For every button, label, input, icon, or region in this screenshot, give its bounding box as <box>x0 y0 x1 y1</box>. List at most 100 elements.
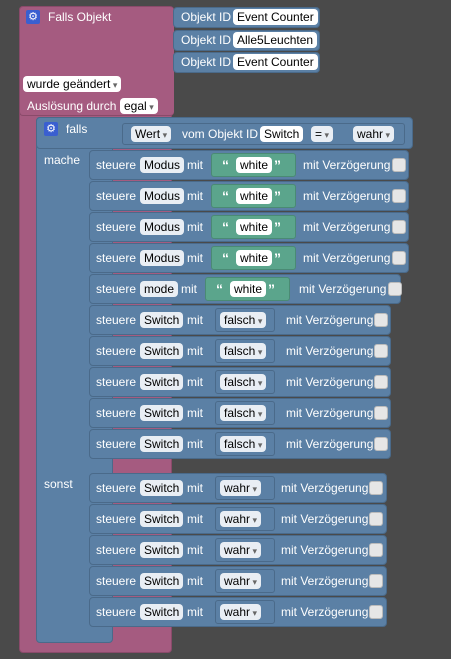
target-field[interactable]: Switch <box>140 480 184 496</box>
delay-checkbox[interactable] <box>374 375 388 389</box>
target-field[interactable]: Modus <box>140 188 185 204</box>
delay-checkbox[interactable] <box>392 251 406 265</box>
target-field[interactable]: Switch <box>140 405 184 421</box>
bool-dropdown[interactable]: falsch <box>220 374 267 390</box>
text-field[interactable]: white <box>236 219 273 235</box>
quote-close-icon: ” <box>274 188 281 204</box>
text-field[interactable]: white <box>236 250 273 266</box>
target-field[interactable]: Modus <box>140 157 185 173</box>
delay-label: mit Verzögerung <box>299 282 387 296</box>
trigger-title: Falls Objekt <box>48 10 112 24</box>
delay-label: mit Verzögerung <box>286 437 374 451</box>
text-field[interactable]: white <box>236 157 273 173</box>
trigger-dropdown[interactable]: egal <box>120 98 158 114</box>
sonst-label: sonst <box>44 477 73 491</box>
steuere-label: steuere <box>96 251 137 265</box>
text-field[interactable]: white <box>230 281 267 297</box>
steuere-label: steuere <box>96 605 137 619</box>
delay-checkbox[interactable] <box>388 282 402 296</box>
mit-label: mit <box>187 543 203 557</box>
quote-open-icon: “ <box>222 188 229 204</box>
delay-checkbox[interactable] <box>374 313 388 327</box>
of-object-label: vom Objekt ID <box>182 127 259 141</box>
target-field[interactable]: Modus <box>140 219 185 235</box>
delay-checkbox[interactable] <box>369 605 383 619</box>
delay-checkbox[interactable] <box>369 574 383 588</box>
quote-open-icon: “ <box>222 250 229 266</box>
target-field[interactable]: mode <box>140 281 179 297</box>
bool-dropdown[interactable]: falsch <box>220 436 267 452</box>
target-field[interactable]: Switch <box>140 312 184 328</box>
delay-checkbox[interactable] <box>374 406 388 420</box>
steuere-label: steuere <box>96 375 137 389</box>
steuere-label: steuere <box>96 574 137 588</box>
object-id-field[interactable]: Event Counter <box>233 9 318 25</box>
bool-dropdown[interactable]: falsch <box>220 343 267 359</box>
bool-dropdown[interactable]: wahr <box>220 604 262 620</box>
attr-dropdown[interactable]: Wert <box>131 126 172 142</box>
gear-icon[interactable]: ⚙ <box>26 10 40 24</box>
target-field[interactable]: Switch <box>140 374 184 390</box>
value-dropdown[interactable]: wahr <box>353 126 395 142</box>
gear-icon[interactable]: ⚙ <box>44 122 58 136</box>
mit-label: mit <box>187 344 203 358</box>
object-id-field[interactable]: Alle5Leuchten <box>233 32 318 48</box>
steuere-label: steuere <box>96 344 137 358</box>
quote-open-icon: “ <box>222 157 229 173</box>
delay-checkbox[interactable] <box>369 481 383 495</box>
delay-label: mit Verzögerung <box>286 313 374 327</box>
delay-checkbox[interactable] <box>369 512 383 526</box>
mit-label: mit <box>187 605 203 619</box>
object-id-field[interactable]: Event Counter <box>233 54 318 70</box>
mit-label: mit <box>187 481 203 495</box>
bool-dropdown[interactable]: wahr <box>220 511 262 527</box>
delay-label: mit Verzögerung <box>303 220 391 234</box>
mit-label: mit <box>187 251 203 265</box>
delay-checkbox[interactable] <box>369 543 383 557</box>
delay-label: mit Verzögerung <box>286 406 374 420</box>
mit-label: mit <box>187 158 203 172</box>
quote-open-icon: “ <box>222 219 229 235</box>
mit-label: mit <box>181 282 197 296</box>
delay-label: mit Verzögerung <box>303 158 391 172</box>
operator-dropdown[interactable]: = <box>311 126 334 142</box>
delay-label: mit Verzögerung <box>303 189 391 203</box>
object-field[interactable]: Switch <box>260 126 304 142</box>
delay-checkbox[interactable] <box>374 344 388 358</box>
bool-dropdown[interactable]: falsch <box>220 312 267 328</box>
target-field[interactable]: Switch <box>140 343 184 359</box>
target-field[interactable]: Switch <box>140 511 184 527</box>
target-field[interactable]: Switch <box>140 436 184 452</box>
delay-checkbox[interactable] <box>392 189 406 203</box>
mit-label: mit <box>187 313 203 327</box>
delay-label: mit Verzögerung <box>281 481 369 495</box>
bool-dropdown[interactable]: wahr <box>220 573 262 589</box>
bool-dropdown[interactable]: wahr <box>220 542 262 558</box>
mit-label: mit <box>187 189 203 203</box>
target-field[interactable]: Switch <box>140 573 184 589</box>
delay-checkbox[interactable] <box>392 158 406 172</box>
delay-label: mit Verzögerung <box>281 512 369 526</box>
delay-label: mit Verzögerung <box>286 375 374 389</box>
bool-dropdown[interactable]: falsch <box>220 405 267 421</box>
delay-label: mit Verzögerung <box>281 574 369 588</box>
quote-open-icon: “ <box>216 281 223 297</box>
steuere-label: steuere <box>96 158 137 172</box>
target-field[interactable]: Switch <box>140 542 184 558</box>
text-field[interactable]: white <box>236 188 273 204</box>
delay-checkbox[interactable] <box>374 437 388 451</box>
delay-checkbox[interactable] <box>392 220 406 234</box>
target-field[interactable]: Modus <box>140 250 185 266</box>
quote-close-icon: ” <box>274 157 281 173</box>
target-field[interactable]: Switch <box>140 604 184 620</box>
object-id-label: Objekt ID <box>181 33 232 47</box>
steuere-label: steuere <box>96 220 137 234</box>
mit-label: mit <box>187 574 203 588</box>
mit-label: mit <box>187 512 203 526</box>
mit-label: mit <box>187 220 203 234</box>
condition-dropdown[interactable]: wurde geändert <box>23 76 122 92</box>
delay-label: mit Verzögerung <box>286 344 374 358</box>
bool-dropdown[interactable]: wahr <box>220 480 262 496</box>
steuere-label: steuere <box>96 189 137 203</box>
steuere-label: steuere <box>96 481 137 495</box>
